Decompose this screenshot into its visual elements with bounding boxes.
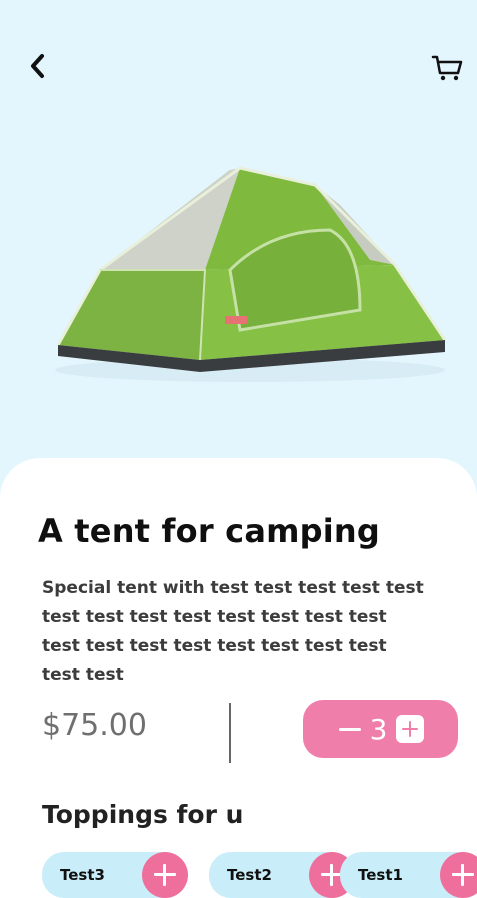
cart-icon: [431, 55, 463, 81]
decrease-quantity-button[interactable]: [338, 717, 362, 741]
add-topping-button[interactable]: [142, 852, 188, 898]
topping-label: Test3: [60, 866, 105, 884]
cart-button[interactable]: [430, 52, 464, 84]
product-title: A tent for camping: [38, 512, 381, 550]
increase-quantity-button[interactable]: [395, 715, 424, 743]
add-topping-button[interactable]: [440, 852, 477, 898]
topping-chip[interactable]: Test2: [209, 852, 355, 898]
toppings-title: Toppings for u: [42, 800, 244, 829]
quantity-stepper: 3: [303, 700, 458, 758]
topping-chip[interactable]: Test1: [340, 852, 477, 898]
product-image-area: [0, 0, 477, 470]
minus-icon: [338, 727, 361, 731]
tent-image: [55, 166, 447, 382]
divider: [229, 703, 231, 763]
quantity-value: 3: [369, 712, 388, 746]
topping-label: Test2: [227, 866, 272, 884]
back-button[interactable]: [24, 52, 52, 80]
product-price: $75.00: [42, 708, 147, 743]
product-description: Special tent with test test test test te…: [42, 578, 424, 685]
toppings-list: Test3 Test2 Test1: [42, 852, 477, 898]
chevron-left-icon: [31, 54, 44, 78]
topping-label: Test1: [358, 866, 403, 884]
topping-chip[interactable]: Test3: [42, 852, 188, 898]
